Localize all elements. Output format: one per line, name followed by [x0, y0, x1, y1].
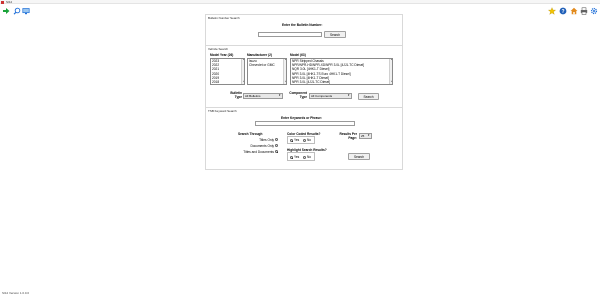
highlight-option: No	[307, 155, 312, 160]
highlight-option: Yes	[294, 155, 300, 160]
keyword-input[interactable]	[255, 121, 355, 126]
results-per-page-value: 25	[361, 134, 365, 138]
bulletin-number-prompt: Enter the Bulletin Number:	[282, 23, 323, 27]
search-panel: Bulletin Number Search Enter the Bulleti…	[205, 14, 403, 170]
model-scrollbar[interactable]: ▲ ▼	[389, 59, 392, 84]
scroll-up-icon[interactable]: ▲	[242, 59, 245, 62]
chevron-down-icon: ▼	[367, 134, 370, 137]
bulletin-number-input[interactable]	[258, 32, 322, 37]
model-year-label: Model Year (26)	[210, 53, 234, 57]
search-option-radio[interactable]	[275, 150, 278, 153]
bulletin-type-select[interactable]: All Bulletins ▼	[243, 93, 283, 99]
bulletin-type-value: All Bulletins	[245, 94, 261, 98]
color-coded-option: Yes	[294, 138, 300, 143]
home-icon[interactable]	[569, 6, 578, 15]
color-coded-radio[interactable]	[290, 139, 293, 142]
keyword-search-title: TSB Keyword Search	[208, 109, 237, 113]
window-title: SI12	[6, 0, 13, 4]
search-option-label: Documents Only	[250, 144, 274, 148]
print-icon[interactable]	[579, 6, 588, 15]
component-type-label: Component Type	[289, 91, 307, 99]
model-label: Model (63)	[290, 53, 306, 57]
bulletin-search-section: Bulletin Number Search Enter the Bulleti…	[206, 15, 402, 45]
model-list[interactable]: NPR Stripped Chassis NPR/NPR-HD/NPR-XD/N…	[290, 58, 393, 85]
search-option-label: Titles and Documents	[243, 150, 274, 154]
model-year-scrollbar[interactable]: ▲ ▼	[241, 59, 244, 84]
app-icon	[1, 0, 4, 4]
model-year-list[interactable]: 2023 2022 2021 2020 2019 2018 ▲ ▼	[210, 58, 245, 85]
keyword-search-section: TSB Keyword Search Enter Keywords or Phr…	[206, 108, 402, 170]
svg-text:?: ?	[561, 8, 564, 14]
vehicle-search-title: Vehicle Search	[208, 47, 229, 51]
bulletin-type-label: Bulletin Type	[230, 91, 242, 99]
monitor-icon[interactable]	[21, 6, 30, 15]
scroll-down-icon[interactable]: ▼	[390, 81, 393, 84]
search-option-label: Titles Only	[259, 138, 274, 142]
list-item[interactable]: NPR 3.0L [4JJ1-TC Diesel]	[291, 80, 392, 84]
chevron-down-icon: ▼	[347, 94, 350, 97]
search-through-label: Search Through	[238, 132, 263, 136]
list-item[interactable]: 2018	[211, 80, 244, 84]
forward-arrow-icon[interactable]	[1, 6, 10, 15]
scroll-down-icon[interactable]: ▼	[284, 81, 287, 84]
keyword-search-button[interactable]: Search	[348, 153, 370, 160]
list-item[interactable]: Chevrolet or GMC	[248, 63, 286, 67]
highlight-radio[interactable]	[290, 156, 293, 159]
help-icon[interactable]: ?	[558, 6, 567, 15]
chevron-down-icon: ▼	[278, 94, 281, 97]
bulletin-search-title: Bulletin Number Search	[208, 16, 240, 20]
highlight-group: Yes No	[287, 152, 315, 161]
bulletin-search-button[interactable]: Search	[324, 31, 346, 38]
star-icon[interactable]	[547, 6, 556, 15]
component-type-select[interactable]: All Components ▼	[309, 93, 352, 99]
results-per-page-select[interactable]: 25 ▼	[359, 133, 372, 139]
component-type-value: All Components	[311, 94, 333, 98]
keyword-prompt: Enter Keywords or Phrase:	[281, 116, 322, 120]
vehicle-search-section: Vehicle Search Model Year (26) Manufactu…	[206, 46, 402, 106]
status-bar: SI12 Version 1.0.0.0	[0, 291, 600, 296]
manufacturer-label: Manufacturer (2)	[247, 53, 272, 57]
scroll-up-icon[interactable]: ▲	[390, 59, 393, 62]
manufacturer-scrollbar[interactable]: ▲ ▼	[283, 59, 286, 84]
highlight-radio[interactable]	[303, 156, 306, 159]
search-icon[interactable]	[12, 6, 21, 15]
search-option-radio[interactable]	[275, 138, 278, 141]
scroll-up-icon[interactable]: ▲	[284, 59, 287, 62]
vehicle-search-button[interactable]: Search	[358, 93, 379, 100]
scroll-down-icon[interactable]: ▼	[242, 81, 245, 84]
color-coded-radio[interactable]	[303, 139, 306, 142]
color-coded-option: No	[307, 138, 312, 143]
settings-icon[interactable]	[589, 6, 598, 15]
color-coded-group: Yes No	[287, 136, 315, 144]
manufacturer-list[interactable]: Isuzu Chevrolet or GMC ▲ ▼	[247, 58, 287, 85]
search-option-radio[interactable]	[275, 144, 278, 147]
title-bar: SI12	[0, 0, 600, 4]
status-text: SI12 Version 1.0.0.0	[2, 291, 30, 295]
results-per-page-label: Results Per Page:	[339, 132, 357, 140]
